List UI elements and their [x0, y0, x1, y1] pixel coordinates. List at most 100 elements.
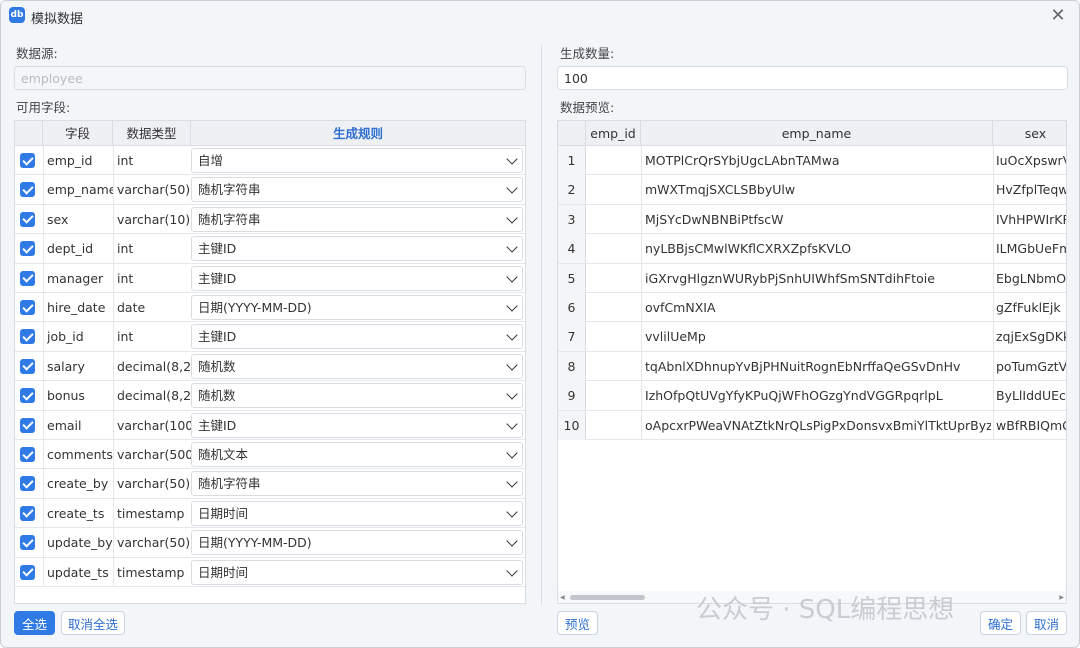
- row-index: 4: [558, 234, 586, 264]
- fields-label: 可用字段:: [16, 100, 71, 115]
- rule-select[interactable]: 日期(YYYY-MM-DD): [191, 295, 523, 320]
- cell-emp-name: tqAbnlXDhnupYvBjPHNuitRognEbNrffaQeGSvDn…: [645, 358, 961, 374]
- field-checkbox[interactable]: [20, 329, 35, 345]
- deselect-all-button[interactable]: 取消全选: [61, 611, 125, 635]
- field-type: decimal(8,2): [117, 388, 191, 404]
- window-title: 模拟数据: [31, 12, 84, 27]
- field-name: job_id: [47, 329, 84, 345]
- rule-select-value: 自增: [198, 153, 224, 168]
- field-name: update_by: [47, 535, 113, 551]
- field-checkbox[interactable]: [20, 300, 35, 315]
- field-checkbox[interactable]: [20, 476, 35, 492]
- field-type: varchar(100): [117, 417, 191, 433]
- preview-row: 1 MOTPlCrQrSYbjUgcLAbnTAMwa IuOcXpswrV: [558, 146, 1066, 176]
- field-checkbox[interactable]: [20, 153, 35, 168]
- field-checkbox[interactable]: [20, 182, 35, 198]
- chevron-down-icon: [506, 153, 518, 165]
- row-index: 7: [558, 322, 586, 352]
- field-type: date: [117, 300, 146, 315]
- cell-emp-id: [590, 352, 641, 381]
- rule-select[interactable]: 随机字符串: [191, 471, 523, 497]
- field-row: emp_id int 自增: [15, 146, 525, 176]
- rule-select-value: 日期时间: [198, 564, 249, 580]
- chevron-down-icon: [506, 535, 518, 547]
- chevron-down-icon: [506, 212, 518, 224]
- rule-select-value: 主键ID: [198, 417, 237, 433]
- title-bar: db 模拟数据 ✕: [1, 1, 1079, 31]
- field-type: varchar(500): [117, 447, 191, 462]
- chevron-down-icon: [506, 388, 518, 400]
- rule-select[interactable]: 主键ID: [191, 236, 523, 262]
- field-type: timestamp: [117, 505, 185, 521]
- field-type: varchar(50): [117, 535, 191, 551]
- rule-select[interactable]: 自增: [191, 148, 523, 173]
- field-type: int: [117, 270, 134, 286]
- rule-select[interactable]: 随机字符串: [191, 177, 523, 203]
- cell-emp-name: iGXrvgHlgznWURybPjSnhUIWhfSmSNTdihFtoie: [645, 270, 935, 286]
- field-checkbox[interactable]: [20, 270, 35, 286]
- cell-emp-id: [590, 264, 641, 293]
- field-name: dept_id: [47, 241, 94, 257]
- pane-divider[interactable]: [541, 45, 542, 605]
- select-all-button[interactable]: 全选: [14, 611, 55, 635]
- cell-emp-id: [590, 205, 641, 234]
- count-label: 生成数量:: [560, 46, 615, 61]
- field-name: salary: [47, 358, 85, 374]
- rule-select[interactable]: 日期时间: [191, 559, 523, 585]
- count-input[interactable]: 100: [557, 66, 1068, 90]
- cell-emp-id: [590, 146, 641, 175]
- field-row: sex varchar(10) 随机字符串: [15, 204, 525, 235]
- ok-button[interactable]: 确定: [980, 611, 1021, 635]
- cell-sex: poTumGztVg: [996, 358, 1067, 374]
- rule-select[interactable]: 随机文本: [191, 442, 523, 467]
- rule-select[interactable]: 主键ID: [191, 412, 523, 438]
- cell-emp-name: nyLBBjsCMwlWKflCXRXZpfsKVLO: [645, 241, 852, 257]
- cell-sex: ByLlIddUEc: [996, 388, 1066, 404]
- rule-select-value: 随机数: [198, 388, 236, 404]
- cell-emp-name: ovfCmNXIA: [645, 300, 716, 315]
- rule-select[interactable]: 主键ID: [191, 265, 523, 291]
- field-checkbox[interactable]: [20, 211, 35, 227]
- rule-select[interactable]: 随机数: [191, 353, 523, 379]
- preview-table: emp_id emp_name sex 1 MOTPlCrQrSYbjUgcLAb…: [557, 120, 1067, 604]
- rule-select[interactable]: 日期(YYYY-MM-DD): [191, 530, 523, 556]
- scroll-right-icon[interactable]: ▶: [1059, 594, 1064, 601]
- row-index: 6: [558, 293, 586, 322]
- field-checkbox[interactable]: [20, 564, 35, 580]
- field-checkbox[interactable]: [20, 535, 35, 551]
- field-row: create_by varchar(50) 随机字符串: [15, 469, 525, 499]
- field-checkbox[interactable]: [20, 505, 35, 521]
- rule-select-value: 随机数: [198, 358, 236, 374]
- cancel-button[interactable]: 取消: [1026, 611, 1067, 635]
- close-icon[interactable]: ✕: [1047, 4, 1069, 26]
- header-rule: 生成规则: [332, 126, 383, 141]
- field-checkbox[interactable]: [20, 417, 35, 433]
- header-checkbox-col: [15, 121, 43, 146]
- preview-row: 7 vvlilUeMp zqjExSgDKk: [558, 322, 1066, 352]
- header-index-col: [558, 121, 586, 146]
- field-row: emp_name varchar(50) 随机字符串: [15, 175, 525, 205]
- preview-button[interactable]: 预览: [557, 611, 598, 635]
- field-row: bonus decimal(8,2) 随机数: [15, 381, 525, 411]
- field-checkbox[interactable]: [20, 388, 35, 404]
- chevron-down-icon: [506, 359, 518, 371]
- field-checkbox[interactable]: [20, 241, 35, 257]
- rule-select[interactable]: 日期时间: [191, 500, 523, 526]
- rule-select[interactable]: 随机数: [191, 383, 523, 409]
- field-name: emp_id: [47, 153, 93, 168]
- rule-select[interactable]: 随机字符串: [191, 206, 523, 232]
- row-index: 9: [558, 381, 586, 411]
- field-row: update_by varchar(50) 日期(YYYY-MM-DD): [15, 528, 525, 558]
- rule-select[interactable]: 主键ID: [191, 324, 523, 350]
- field-checkbox[interactable]: [20, 447, 35, 462]
- scrollbar-thumb[interactable]: [570, 595, 645, 600]
- preview-row: 4 nyLBBjsCMwlWKflCXRXZpfsKVLO ILMGbUeFm: [558, 234, 1066, 264]
- field-row: manager int 主键ID: [15, 263, 525, 293]
- cell-emp-name: mWXTmqjSXCLSBbyUlw: [645, 182, 796, 198]
- cell-emp-name: vvlilUeMp: [645, 329, 706, 345]
- field-name: create_by: [47, 476, 109, 492]
- field-checkbox[interactable]: [20, 358, 35, 374]
- scroll-left-icon[interactable]: ◀: [560, 594, 565, 601]
- rule-select-value: 日期(YYYY-MM-DD): [198, 535, 312, 551]
- field-name: manager: [47, 270, 104, 286]
